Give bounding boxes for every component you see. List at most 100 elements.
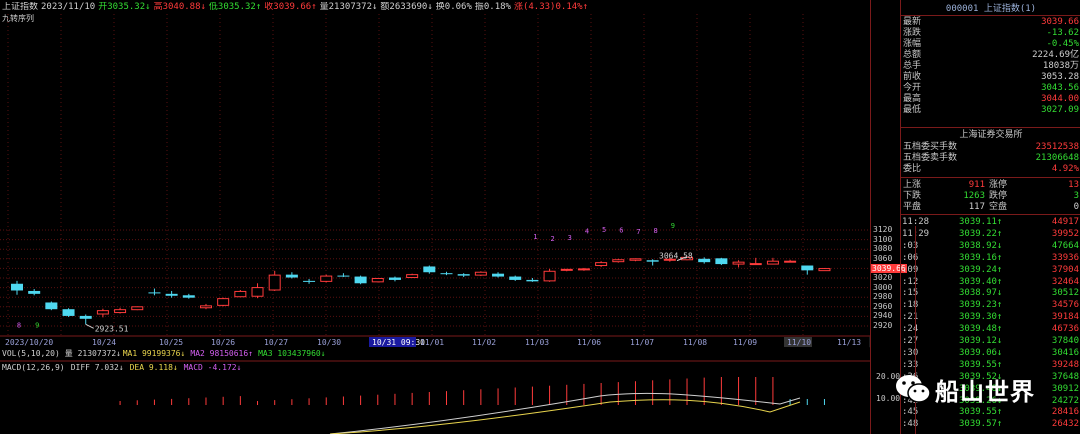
tick-row: :24 3039.48↑ 46736	[901, 324, 1080, 335]
panel-separator	[901, 214, 1080, 215]
macd-indicator-label: DIFF 7.032↓	[71, 363, 124, 372]
tick-price: 3039.06↓	[959, 347, 1003, 358]
tick-volume: 37904	[1051, 264, 1079, 275]
vol-indicator-label: 量 21307372↓	[65, 349, 121, 358]
panel-separator	[901, 15, 1080, 16]
candle-body	[492, 273, 505, 277]
td-sequence-mark: 9	[671, 222, 675, 230]
tick-row: :09 3039.24↑ 37904	[901, 265, 1080, 276]
td-sequence-mark: 7	[636, 228, 640, 236]
breadth-sub-value: 3	[1073, 191, 1079, 201]
candle-body	[818, 268, 831, 272]
order-row: 五档委卖手数 21306648	[901, 153, 1080, 164]
quote-row-value: 18038万	[1042, 61, 1079, 71]
price-axis-tick: 2960	[873, 301, 893, 311]
tick-volume: 37840	[1051, 336, 1079, 346]
candle-body	[406, 274, 419, 279]
candle-body	[28, 290, 41, 294]
breadth-label: 下跌	[903, 191, 922, 201]
breadth-count: 1263	[963, 191, 985, 201]
quote-row: 最高 3044.00	[901, 94, 1080, 105]
quote-row-label: 总手	[903, 61, 922, 71]
candle-body	[612, 259, 625, 263]
candle-body	[457, 274, 470, 276]
high-annotation: 3064.58	[659, 252, 693, 261]
tick-price: 3039.16↑	[959, 252, 1003, 263]
low-annotation: 2923.51	[95, 324, 129, 333]
tick-volume: 34576	[1051, 300, 1079, 311]
candle-body	[182, 295, 195, 298]
tick-price: 3039.22↑	[959, 228, 1003, 239]
quote-row-value: 3043.56	[1041, 83, 1079, 93]
tick-volume: 30512	[1051, 288, 1079, 299]
quote-row-label: 总额	[903, 50, 922, 60]
quote-row-value: -13.62	[1046, 28, 1079, 38]
tick-price: 3039.12↓	[959, 336, 1003, 346]
breadth-sub-label: 空盘	[989, 202, 1008, 212]
order-row: 五档委买手数 23512538	[901, 142, 1080, 153]
quote-row-label: 涨幅	[903, 39, 922, 49]
macd-dea-line	[329, 399, 801, 434]
watermark-text: 船山世界	[935, 378, 1035, 406]
wechat-icon	[896, 375, 931, 403]
time-axis-label: 11/03	[525, 338, 549, 347]
candle-body	[766, 260, 779, 265]
order-row-label: 五档委买手数	[903, 142, 958, 152]
order-row-label: 委比	[903, 164, 922, 174]
tick-price: 3039.57↑	[959, 419, 1003, 430]
quote-row: 最新 3039.66	[901, 17, 1080, 28]
td-sequence-mark: 4	[585, 227, 589, 235]
candle-body	[79, 315, 92, 319]
td-sequence-mark: 8	[654, 227, 658, 235]
breadth-sub-value: 13	[1068, 180, 1079, 190]
tick-volume: 44917	[1051, 217, 1079, 227]
candle-body	[629, 258, 642, 261]
quote-row-value: 3039.66	[1041, 17, 1079, 27]
candle-body	[320, 275, 333, 282]
candle-body	[388, 277, 401, 280]
time-axis-label: 11/09	[733, 338, 757, 347]
candle-body	[646, 260, 659, 262]
quote-panel-title[interactable]: 000001 上证指数(1)	[901, 4, 1080, 15]
time-axis-label: 11/07	[630, 338, 654, 347]
breadth-sub-label: 涨停	[989, 180, 1008, 190]
candle-body	[199, 305, 212, 309]
panel-separator	[901, 127, 1080, 128]
tick-price: 3039.11↑	[959, 217, 1003, 227]
tick-price: 3039.24↑	[959, 264, 1003, 275]
tick-volume: 39952	[1051, 228, 1079, 239]
quote-row: 涨幅 -0.45%	[901, 39, 1080, 50]
candle-body	[560, 268, 573, 271]
time-axis-label: 11/08	[683, 338, 707, 347]
candle-body	[423, 266, 436, 273]
low-pointer	[85, 323, 94, 329]
quote-row-label: 前收	[903, 72, 922, 82]
macd-indicator-label: DEA 9.118↓	[130, 363, 178, 372]
candlestick-chart[interactable]: 2923.51 3064.58 8 9 1 2 3 4 5 6 7 8 9 2023/10/20 10/24…	[0, 0, 870, 434]
candle-body	[251, 287, 264, 297]
tick-row: :21 3039.30↑ 39184	[901, 312, 1080, 323]
tick-volume: 26432	[1051, 419, 1079, 430]
td-sequence-mark: 1	[533, 233, 537, 241]
tick-price: 3038.97↓	[959, 288, 1003, 299]
candle-body	[165, 293, 178, 296]
price-axis: 2920294029602980300030203040306030803100…	[870, 0, 907, 434]
candle-body	[698, 258, 711, 263]
breadth-row: 平盘 117 空盘 0	[901, 202, 1080, 213]
macd-indicator-label: MACD(12,26,9)	[2, 363, 65, 372]
tick-row: :15 3038.97↓ 30512	[901, 288, 1080, 299]
price-axis-tick: 2940	[873, 311, 893, 321]
tick-price: 3039.23↑	[959, 300, 1003, 311]
quote-row: 前收 3053.28	[901, 72, 1080, 83]
tick-volume: 32464	[1051, 276, 1079, 287]
vol-indicator-label: VOL(5,10,20)	[2, 349, 60, 358]
quote-row-value: 3027.09	[1041, 105, 1079, 115]
breadth-sub-value: 0	[1073, 202, 1079, 212]
tick-row: 11:293039.22↑39952	[901, 229, 1080, 240]
tick-row: :48 3039.57↑ 26432	[901, 419, 1080, 430]
exchange-name: 上海证券交易所	[959, 130, 1023, 140]
vol-indicator-label: MA3 103437960↓	[258, 349, 325, 358]
breadth-count: 911	[968, 180, 985, 190]
quote-row-value: 3044.00	[1041, 94, 1079, 104]
breadth-row: 上涨 911 涨停 13	[901, 180, 1080, 191]
